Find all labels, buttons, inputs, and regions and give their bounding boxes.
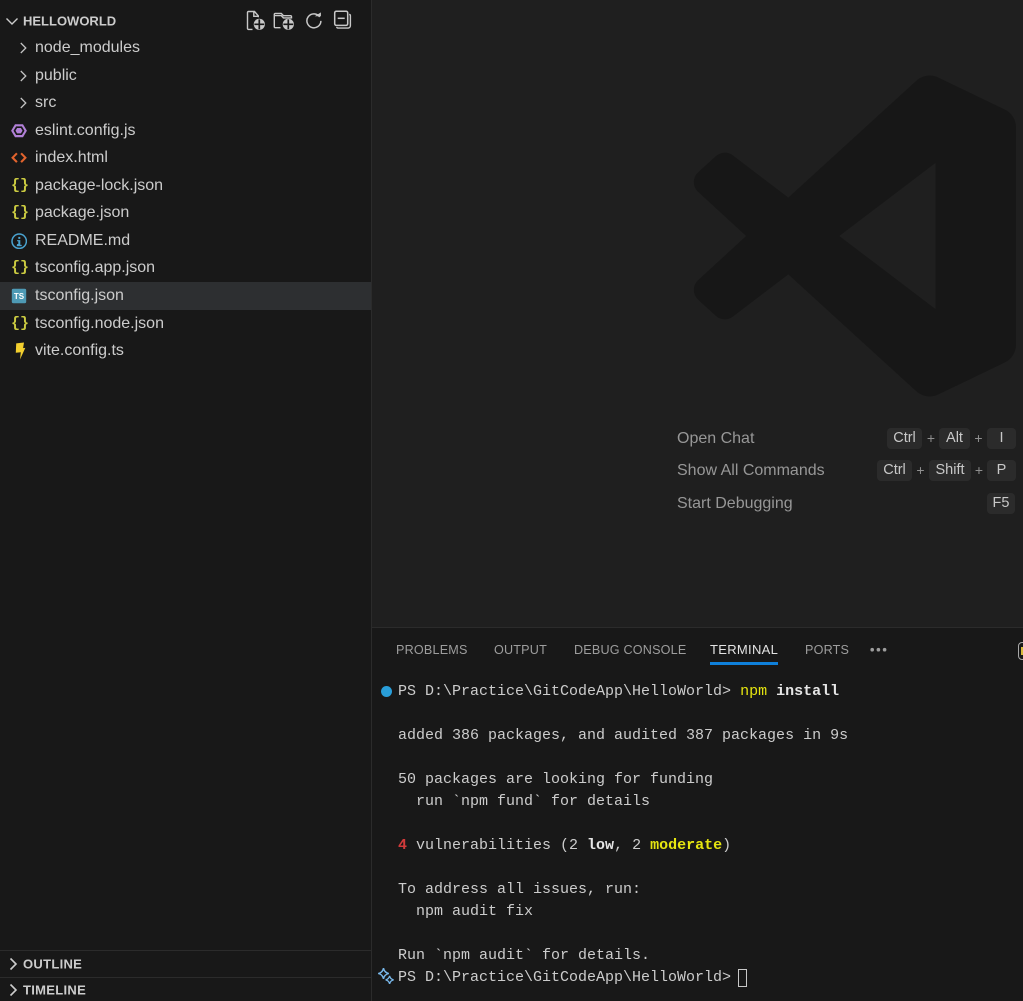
svg-text:TS: TS xyxy=(14,292,25,301)
